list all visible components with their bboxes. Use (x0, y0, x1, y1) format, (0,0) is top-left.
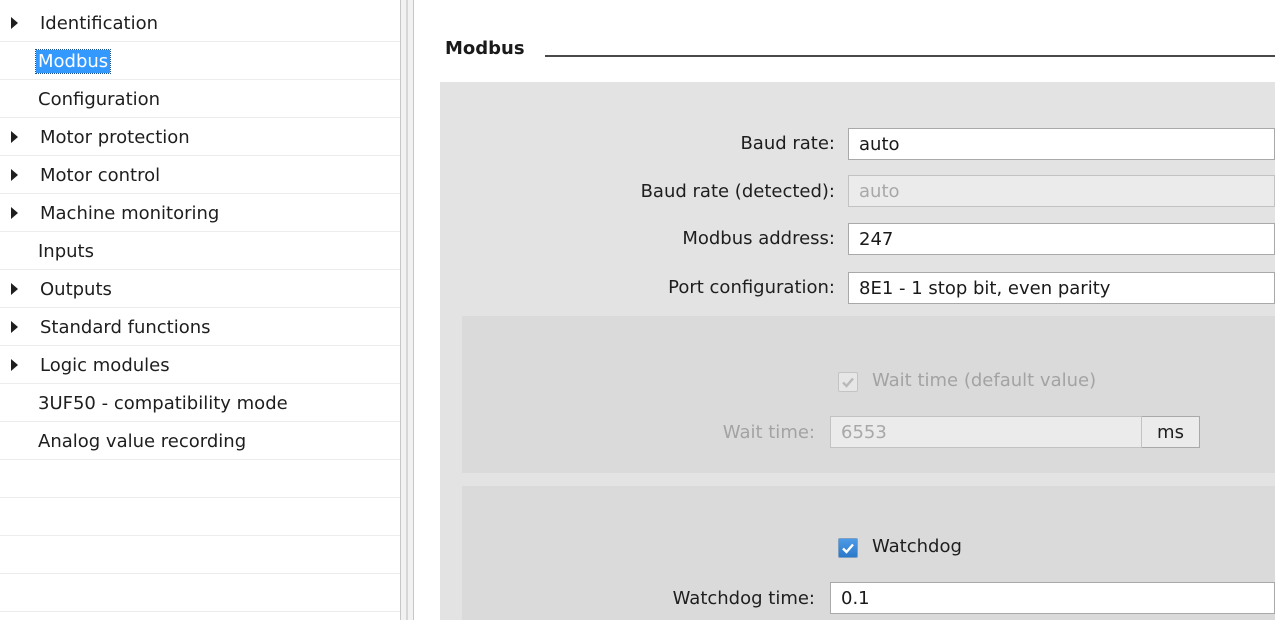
modbus-settings-panel: Baud rate: auto Baud rate (detected): au… (440, 82, 1275, 620)
nav-item-modbus[interactable]: Modbus (0, 46, 112, 76)
checkmark-icon (842, 543, 854, 554)
nav-item-label: Motor control (40, 164, 161, 186)
watchdog-time-input[interactable]: 0.1 (830, 582, 1275, 614)
navigation-tree: Identification Modbus Configuration Moto… (0, 0, 400, 620)
nav-item-motor-protection[interactable]: Motor protection (0, 122, 192, 152)
nav-item-label: Analog value recording (38, 430, 247, 452)
nav-item-label: 3UF50 - compatibility mode (38, 392, 288, 414)
triangle-right-icon[interactable] (11, 283, 18, 295)
nav-item-logic-modules[interactable]: Logic modules (0, 350, 172, 380)
baud-rate-label: Baud rate: (740, 133, 835, 154)
baud-rate-detected-label: Baud rate (detected): (640, 181, 835, 202)
baud-rate-select[interactable]: auto (848, 128, 1275, 160)
properties-content: Modbus Baud rate: auto Baud rate (detect… (415, 0, 1275, 620)
nav-item-label: Machine monitoring (40, 202, 220, 224)
nav-item-configuration[interactable]: Configuration (0, 84, 162, 114)
wait-time-group: Wait time (default value) Wait time: 655… (462, 316, 1275, 473)
triangle-right-icon[interactable] (11, 131, 18, 143)
nav-item-label: Motor protection (40, 126, 190, 148)
modbus-address-label: Modbus address: (682, 228, 835, 249)
triangle-right-icon[interactable] (11, 169, 18, 181)
triangle-right-icon[interactable] (11, 359, 18, 371)
nav-item-standard-functions[interactable]: Standard functions (0, 312, 213, 342)
nav-item-label: Modbus (34, 48, 112, 74)
nav-item-label: Standard functions (40, 316, 211, 338)
wait-time-label: Wait time: (722, 422, 815, 443)
watchdog-group: Watchdog Watchdog time: 0.1 (462, 486, 1275, 620)
watchdog-label: Watchdog (872, 536, 962, 557)
nav-item-inputs[interactable]: Inputs (0, 236, 96, 266)
triangle-right-icon[interactable] (11, 207, 18, 219)
wait-time-field: 6553 (830, 416, 1142, 448)
triangle-right-icon[interactable] (11, 17, 18, 29)
baud-rate-detected-field: auto (848, 175, 1275, 207)
port-configuration-select[interactable]: 8E1 - 1 stop bit, even parity (848, 272, 1275, 304)
nav-item-motor-control[interactable]: Motor control (0, 160, 162, 190)
wait-time-default-checkbox (838, 372, 858, 392)
port-configuration-label: Port configuration: (668, 277, 835, 298)
nav-item-machine-monitoring[interactable]: Machine monitoring (0, 198, 221, 228)
nav-item-3uf50-compatibility-mode[interactable]: 3UF50 - compatibility mode (0, 388, 290, 418)
modbus-address-input[interactable]: 247 (848, 223, 1275, 255)
nav-item-label: Inputs (38, 240, 94, 262)
watchdog-time-label: Watchdog time: (672, 588, 815, 609)
nav-item-label: Configuration (38, 88, 161, 110)
section-header: Modbus (445, 38, 1275, 59)
nav-item-label: Identification (40, 12, 159, 34)
checkmark-icon (842, 377, 854, 388)
wait-time-default-label: Wait time (default value) (872, 370, 1097, 391)
pane-splitter[interactable] (400, 0, 414, 620)
nav-item-outputs[interactable]: Outputs (0, 274, 114, 304)
section-divider (544, 54, 1275, 57)
wait-time-unit: ms (1142, 416, 1200, 448)
nav-item-analog-value-recording[interactable]: Analog value recording (0, 426, 248, 456)
nav-item-identification[interactable]: Identification (0, 8, 160, 38)
nav-item-label: Outputs (40, 278, 112, 300)
nav-item-label: Logic modules (40, 354, 170, 376)
triangle-right-icon[interactable] (11, 321, 18, 333)
section-title: Modbus (445, 38, 525, 59)
watchdog-checkbox[interactable] (838, 538, 858, 558)
